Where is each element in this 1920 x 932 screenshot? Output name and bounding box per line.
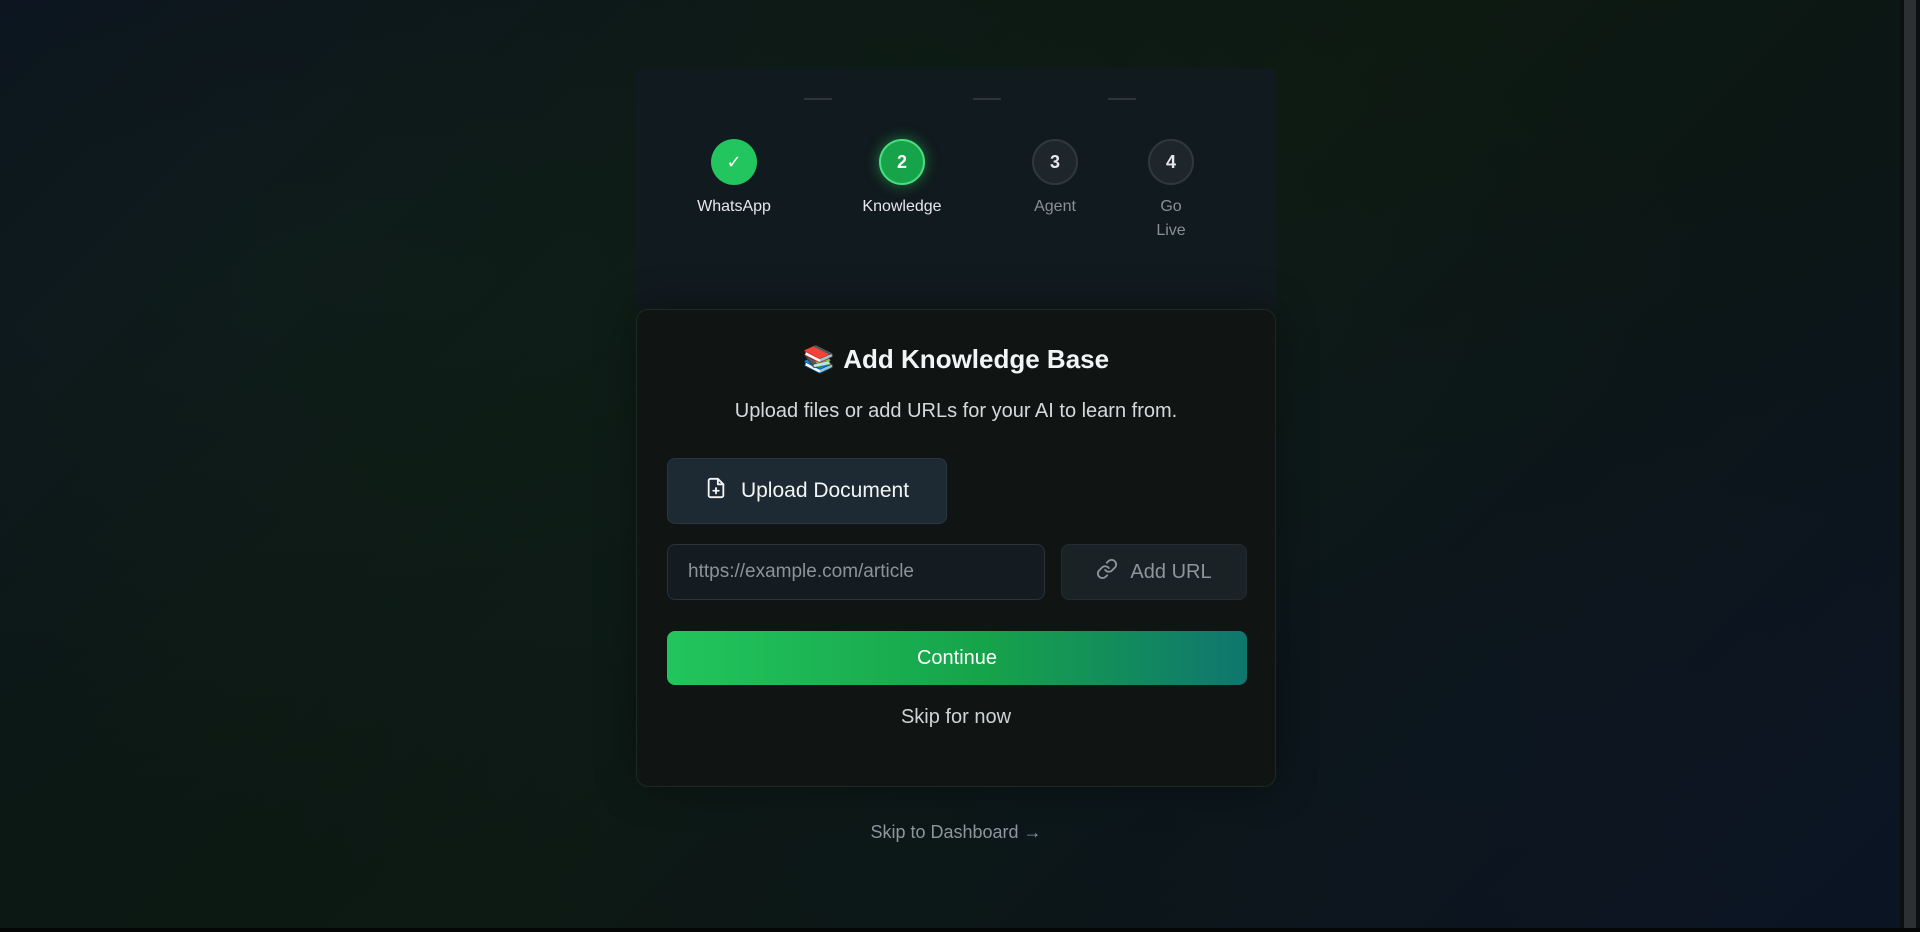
file-plus-icon (705, 477, 727, 505)
step-circle-knowledge: 2 (879, 139, 925, 185)
card-title: 📚 Add Knowledge Base (637, 344, 1275, 375)
step-connector (973, 98, 1001, 100)
scrollbar[interactable] (1900, 0, 1920, 928)
link-icon (1096, 558, 1118, 586)
url-input[interactable] (667, 544, 1045, 600)
add-url-label: Add URL (1130, 560, 1212, 583)
skip-for-now-link[interactable]: Skip for now (637, 706, 1275, 729)
upload-document-label: Upload Document (740, 479, 910, 502)
card-subtitle: Upload files or add URLs for your AI to … (734, 400, 1178, 422)
step-whatsapp[interactable]: ✓ WhatsApp (689, 139, 779, 219)
knowledge-base-card: 📚 Add Knowledge Base Upload files or add… (636, 309, 1276, 787)
add-url-button[interactable]: Add URL (1061, 544, 1247, 600)
scrollbar-thumb[interactable] (1904, 0, 1916, 928)
step-knowledge[interactable]: 2 Knowledge (857, 139, 947, 219)
step-label-agent: Agent (1034, 198, 1076, 215)
upload-document-button[interactable]: Upload Document (667, 458, 947, 524)
step-label-whatsapp: WhatsApp (697, 198, 771, 215)
skip-to-dashboard-link[interactable]: Skip to Dashboard → (636, 822, 1276, 843)
step-label-knowledge: Knowledge (862, 198, 942, 215)
onboarding-stepper: ✓ WhatsApp 2 Knowledge 3 Agent 4 Go Live (636, 69, 1276, 309)
step-label-go-live: Go Live (1156, 198, 1186, 239)
step-connector (804, 98, 832, 100)
step-connector (1108, 98, 1136, 100)
card-title-text: Add Knowledge Base (843, 344, 1110, 374)
step-circle-whatsapp: ✓ (711, 139, 757, 185)
step-agent[interactable]: 3 Agent (1010, 139, 1100, 219)
step-go-live[interactable]: 4 Go Live (1146, 139, 1196, 243)
continue-button[interactable]: Continue (667, 631, 1247, 685)
bottom-edge (0, 928, 1920, 932)
books-icon: 📚 (802, 344, 836, 374)
step-circle-go-live: 4 (1148, 139, 1194, 185)
step-circle-agent: 3 (1032, 139, 1078, 185)
